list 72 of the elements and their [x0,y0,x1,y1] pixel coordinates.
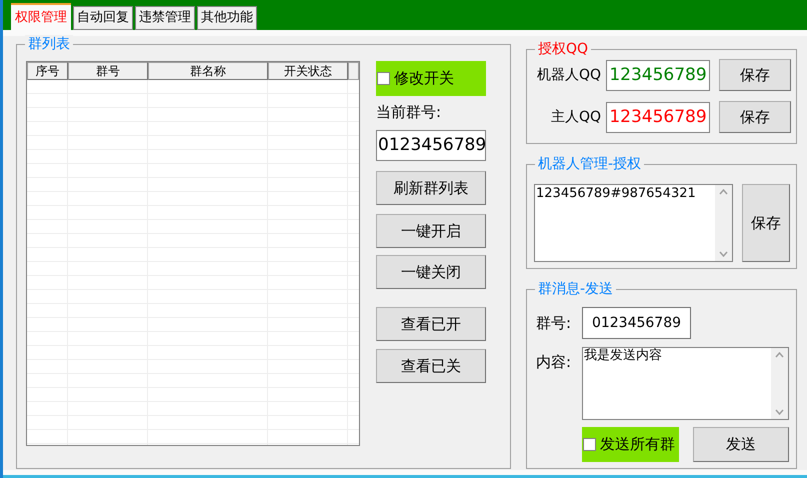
text-content: 123456789#987654321 [535,185,697,203]
column-header[interactable]: 群名称 [148,62,268,80]
button[interactable]: 刷新群列表 [376,171,486,205]
table-row[interactable] [27,206,359,220]
table-row[interactable] [27,178,359,192]
table-row[interactable] [27,290,359,304]
tab[interactable]: 其他功能 [197,6,257,30]
table-row[interactable] [27,108,359,122]
text-content: 我是发送内容 [583,348,663,365]
table-row[interactable] [27,262,359,276]
input-field[interactable]: 123456789 [606,102,710,132]
table-row[interactable] [27,318,359,332]
button[interactable]: 保存 [719,101,791,133]
field-label: 群号: [536,312,572,334]
button[interactable]: 保存 [742,184,790,262]
column-header [348,62,359,80]
table-row[interactable] [27,192,359,206]
checkbox[interactable]: 修改开关 [376,61,486,96]
scroll-down-icon[interactable] [775,409,784,415]
table-row[interactable] [27,346,359,360]
group-title: 机器人管理-授权 [535,155,644,173]
scrollbar[interactable] [715,185,732,261]
column-header[interactable]: 序号 [27,62,68,80]
table-row[interactable] [27,122,359,136]
tab[interactable]: 权限管理 [11,3,71,30]
scrollbar[interactable] [771,348,788,419]
scroll-down-icon[interactable] [719,251,728,257]
group-title: 群列表 [25,35,73,53]
button[interactable]: 发送 [693,427,789,462]
table-row[interactable] [27,402,359,416]
button[interactable]: 一键关闭 [376,255,486,289]
table-row[interactable] [27,388,359,402]
table-row[interactable] [27,94,359,108]
list-view[interactable]: 序号 群号 群名称 开关状态 [26,61,360,446]
field-label: 内容: [536,352,572,371]
checkbox[interactable]: 发送所有群 [582,427,679,462]
button[interactable]: 一键开启 [376,214,486,248]
table-row[interactable] [27,374,359,388]
table-row[interactable] [27,360,359,374]
column-header[interactable]: 群号 [68,62,148,80]
table-row[interactable] [27,220,359,234]
column-header[interactable]: 开关状态 [268,62,348,80]
checkbox-label: 修改开关 [394,68,454,90]
scroll-up-icon[interactable] [719,189,728,195]
button[interactable]: 查看已关 [376,349,486,383]
table-row[interactable] [27,234,359,248]
text-area[interactable]: 我是发送内容 [582,347,789,420]
table-row[interactable] [27,248,359,262]
table-row[interactable] [27,136,359,150]
tab[interactable]: 违禁管理 [135,6,195,30]
table-row[interactable] [27,304,359,318]
table-row[interactable] [27,276,359,290]
text-area[interactable]: 123456789#987654321 [534,184,733,262]
checkbox-label: 发送所有群 [600,434,675,456]
table-row[interactable] [27,416,359,430]
button[interactable]: 查看已开 [376,307,486,341]
group-title: 群消息-发送 [535,280,616,298]
input-field[interactable]: 0123456789 [376,130,486,161]
field-label: 当前群号: [376,102,442,122]
table-row[interactable] [27,80,359,94]
group-title: 授权QQ [535,40,592,58]
tab[interactable]: 自动回复 [73,6,133,30]
input-field[interactable]: 123456789 [606,60,710,90]
field-label: 机器人QQ [536,66,601,84]
table-row[interactable] [27,150,359,164]
table-row[interactable] [27,430,359,444]
input-field[interactable]: 0123456789 [582,307,691,339]
button[interactable]: 保存 [719,59,791,91]
scroll-up-icon[interactable] [775,352,784,358]
table-row[interactable] [27,332,359,346]
table-row[interactable] [27,164,359,178]
field-label: 主人QQ [550,108,601,126]
